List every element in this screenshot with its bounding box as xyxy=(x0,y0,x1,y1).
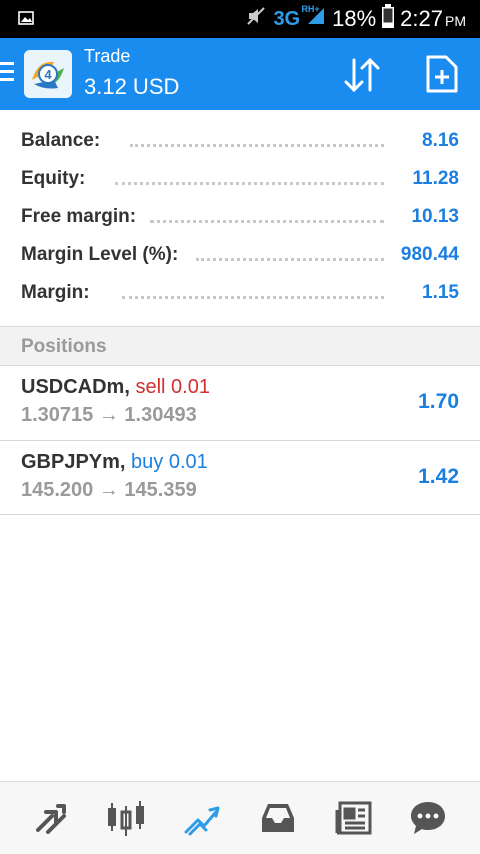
margin-label: Margin: xyxy=(21,282,90,303)
account-balance-header: 3.12 USD xyxy=(84,74,180,99)
position-symbol: GBPJPYm, buy 0.01 xyxy=(21,451,208,473)
battery-icon xyxy=(382,4,395,34)
margin-row: Margin: 1.15 xyxy=(0,262,480,303)
positions-header: Positions xyxy=(0,327,480,365)
chat-icon[interactable] xyxy=(406,796,450,840)
quotes-icon[interactable] xyxy=(28,796,72,840)
divider xyxy=(0,514,480,515)
bottom-navigation xyxy=(0,781,480,854)
dot-leader xyxy=(130,144,384,147)
gallery-notification-icon xyxy=(18,10,34,31)
dot-leader xyxy=(196,258,384,261)
chart-icon[interactable] xyxy=(104,796,148,840)
app-title: Trade xyxy=(84,46,131,66)
margin-value: 1.15 xyxy=(422,282,459,303)
margin-level-row: Margin Level (%): 980.44 xyxy=(0,224,480,265)
menu-icon[interactable] xyxy=(0,62,14,86)
equity-row: Equity: 11.28 xyxy=(0,148,480,189)
new-order-icon[interactable] xyxy=(424,54,460,94)
position-direction: sell 0.01 xyxy=(135,376,210,398)
position-profit: 1.70 xyxy=(418,390,459,413)
position-direction: buy 0.01 xyxy=(131,451,208,473)
metatrader-logo: 4 xyxy=(24,50,72,98)
mute-icon xyxy=(245,5,267,33)
sort-icon[interactable] xyxy=(340,56,384,96)
dot-leader xyxy=(115,182,384,185)
position-row[interactable]: USDCADm, sell 0.01 1.30715 → 1.30493 1.7… xyxy=(0,366,480,440)
trade-icon[interactable] xyxy=(180,796,224,840)
status-bar: 3G RH+ 18% 2:27 PM xyxy=(0,0,480,38)
history-icon[interactable] xyxy=(256,796,300,840)
account-summary: Balance: 8.16 Equity: 11.28 Free margin:… xyxy=(0,110,480,303)
position-symbol: USDCADm, sell 0.01 xyxy=(21,376,210,398)
position-profit: 1.42 xyxy=(418,465,459,488)
app-bar: 4 Trade 3.12 USD xyxy=(0,38,480,110)
clock: 2:27 PM xyxy=(400,6,466,31)
position-row[interactable]: GBPJPYm, buy 0.01 145.200 → 145.359 1.42 xyxy=(0,441,480,515)
position-prices: 145.200 → 145.359 xyxy=(21,479,197,501)
dot-leader xyxy=(150,220,384,223)
network-type: 3G RH+ xyxy=(273,3,320,30)
free-margin-row: Free margin: 10.13 xyxy=(0,186,480,227)
balance-row: Balance: 8.16 xyxy=(0,110,480,151)
positions-title: Positions xyxy=(21,336,107,357)
battery-percent: 18% xyxy=(332,6,377,31)
news-icon[interactable] xyxy=(332,796,376,840)
position-prices: 1.30715 → 1.30493 xyxy=(21,404,197,426)
svg-text:4: 4 xyxy=(44,67,52,82)
dot-leader xyxy=(122,296,384,299)
